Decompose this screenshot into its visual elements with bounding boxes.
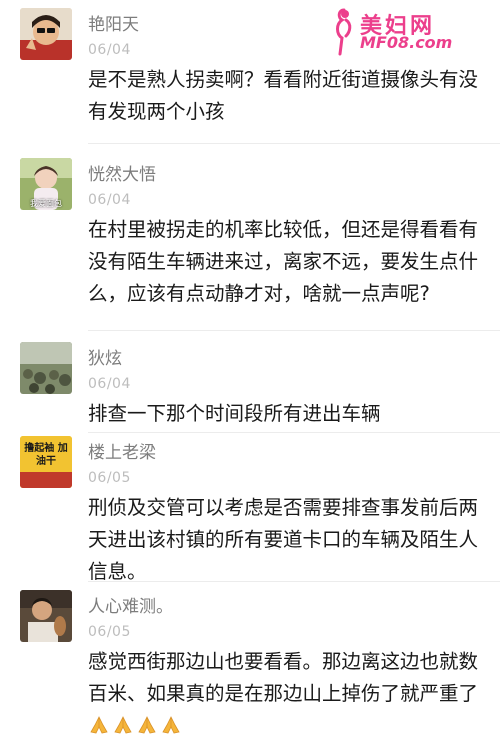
comment-date: 06/05 [88,470,131,486]
folded-hands-icon [162,716,180,734]
username: 楼上老梁 [88,443,156,463]
comment-date: 06/04 [88,42,131,58]
avatar[interactable] [20,342,72,394]
user-avatar-icon [20,8,72,60]
comment-text: 感觉西街那边山也要看看。那边离这边也就数百米、如果真的是在那边山上掉伤了就严重了 [88,646,488,742]
username: 恍然大悟 [88,165,156,185]
user-avatar-icon [20,590,72,642]
divider [88,581,500,582]
divider [88,330,500,331]
username: 人心难测。 [88,597,173,617]
avatar[interactable] [20,590,72,642]
avatar[interactable] [20,8,72,60]
comment-date: 06/05 [88,624,131,640]
site-watermark: 美妇网 MF08.com [330,6,495,56]
folded-hands-icon [114,716,132,734]
comment-text: 刑侦及交管可以考虑是否需要排查事发前后两天进出该村镇的所有要道卡口的车辆及陌生人… [88,496,479,583]
emoji-row [88,714,184,737]
comment-date: 06/04 [88,376,131,392]
divider [88,143,500,144]
username: 艳阳天 [88,15,139,35]
username: 狄炫 [88,349,122,369]
comment-text-content: 感觉西街那边山也要看看。那边离这边也就数百米、如果真的是在那边山上掉伤了就严重了 [88,650,479,705]
divider [88,432,500,433]
avatar[interactable]: 撸起袖 加油干 [20,436,72,488]
avatar-caption: 撸起袖 加油干 [24,443,68,467]
comment-text: 在村里被拐走的机率比较低，但还是得看看有没有陌生车辆进来过，离家不远，要发生点什… [88,218,479,305]
comment-date: 06/04 [88,192,131,208]
avatar[interactable]: 我爱面包 [20,158,72,210]
folded-hands-icon [138,716,156,734]
comment-text: 是不是熟人拐卖啊？看看附近街道摄像头有没有发现两个小孩 [88,68,479,123]
folded-hands-icon [90,716,108,734]
watermark-url: MF08.com [360,33,453,52]
comment-text: 排查一下那个时间段所有进出车辆 [88,402,381,425]
avatar-caption: 我爱面包 [30,199,62,208]
user-avatar-icon [20,342,72,394]
woman-silhouette-logo-icon [336,8,352,56]
